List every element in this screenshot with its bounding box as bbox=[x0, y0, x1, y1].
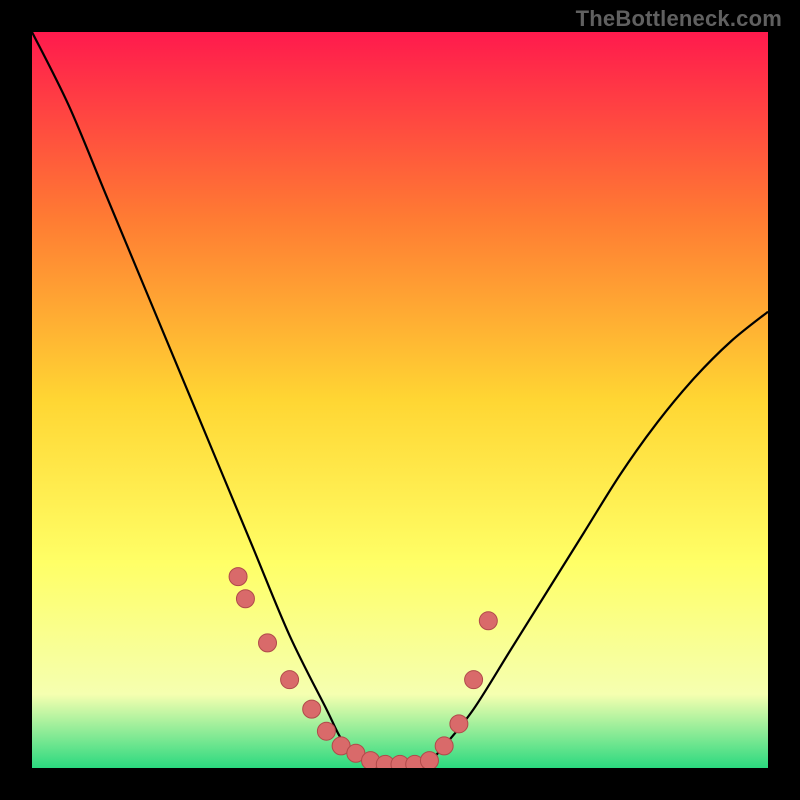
marker-point bbox=[317, 722, 335, 740]
marker-point bbox=[435, 737, 453, 755]
marker-point bbox=[420, 752, 438, 768]
marker-point bbox=[236, 590, 254, 608]
chart-frame: TheBottleneck.com bbox=[0, 0, 800, 800]
plot-svg bbox=[32, 32, 768, 768]
gradient-background bbox=[32, 32, 768, 768]
plot-area bbox=[32, 32, 768, 768]
marker-point bbox=[465, 671, 483, 689]
marker-point bbox=[479, 612, 497, 630]
marker-point bbox=[229, 568, 247, 586]
marker-point bbox=[259, 634, 277, 652]
watermark-text: TheBottleneck.com bbox=[576, 6, 782, 32]
marker-point bbox=[281, 671, 299, 689]
marker-point bbox=[303, 700, 321, 718]
marker-point bbox=[450, 715, 468, 733]
